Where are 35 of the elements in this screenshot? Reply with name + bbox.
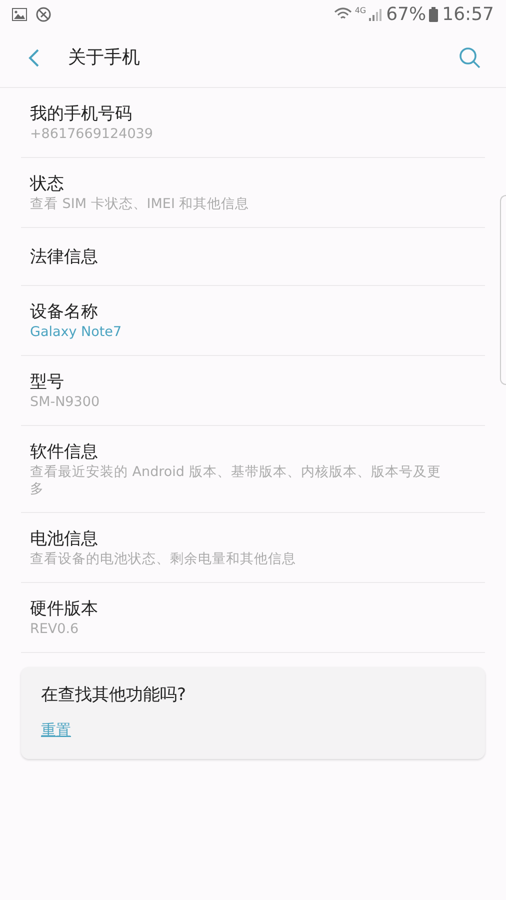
settings-item[interactable]: 硬件版本 REV0.6 [21,583,485,653]
item-subtitle: 查看最近安装的 Android 版本、基带版本、内核版本、版本号及更多 [30,464,442,498]
item-subtitle: REV0.6 [30,621,80,638]
back-icon [28,48,40,68]
blocked-icon [36,6,51,22]
suggestion-question: 在查找其他功能吗? [41,684,186,707]
battery-icon [429,6,438,22]
item-title: 我的手机号码 [30,103,133,126]
item-title: 软件信息 [30,441,99,464]
settings-item[interactable]: 我的手机号码 +8617669124039 [21,88,485,158]
item-title: 法律信息 [30,246,99,268]
network-type: 4G [354,5,366,17]
settings-item[interactable]: 电池信息 查看设备的电池状态、剩余电量和其他信息 [21,513,485,583]
item-title: 设备名称 [30,301,99,324]
item-title: 状态 [30,173,65,196]
settings-item[interactable]: 型号 SM-N9300 [21,356,485,426]
settings-item[interactable]: 状态 查看 SIM 卡状态、IMEI 和其他信息 [21,158,485,228]
item-subtitle: +8617669124039 [30,126,154,143]
page-title: 关于手机 [68,46,140,70]
item-title: 电池信息 [30,528,99,551]
item-subtitle: Galaxy Note7 [30,324,123,341]
item-title: 型号 [30,371,65,394]
item-title: 硬件版本 [30,598,99,621]
settings-item[interactable]: 设备名称 Galaxy Note7 [21,286,485,356]
settings-item[interactable]: 法律信息 [21,228,485,286]
search-icon [459,46,481,68]
clock: 16:57 [442,2,494,26]
wifi-icon [334,7,352,21]
item-subtitle: SM-N9300 [30,394,101,411]
signal-icon [369,8,384,20]
settings-item[interactable]: 软件信息 查看最近安装的 Android 版本、基带版本、内核版本、版本号及更多 [21,426,485,513]
item-subtitle: 查看设备的电池状态、剩余电量和其他信息 [30,551,297,568]
item-subtitle: 查看 SIM 卡状态、IMEI 和其他信息 [30,196,250,213]
battery-percent: 67% [386,2,426,26]
picture-icon [12,8,27,20]
